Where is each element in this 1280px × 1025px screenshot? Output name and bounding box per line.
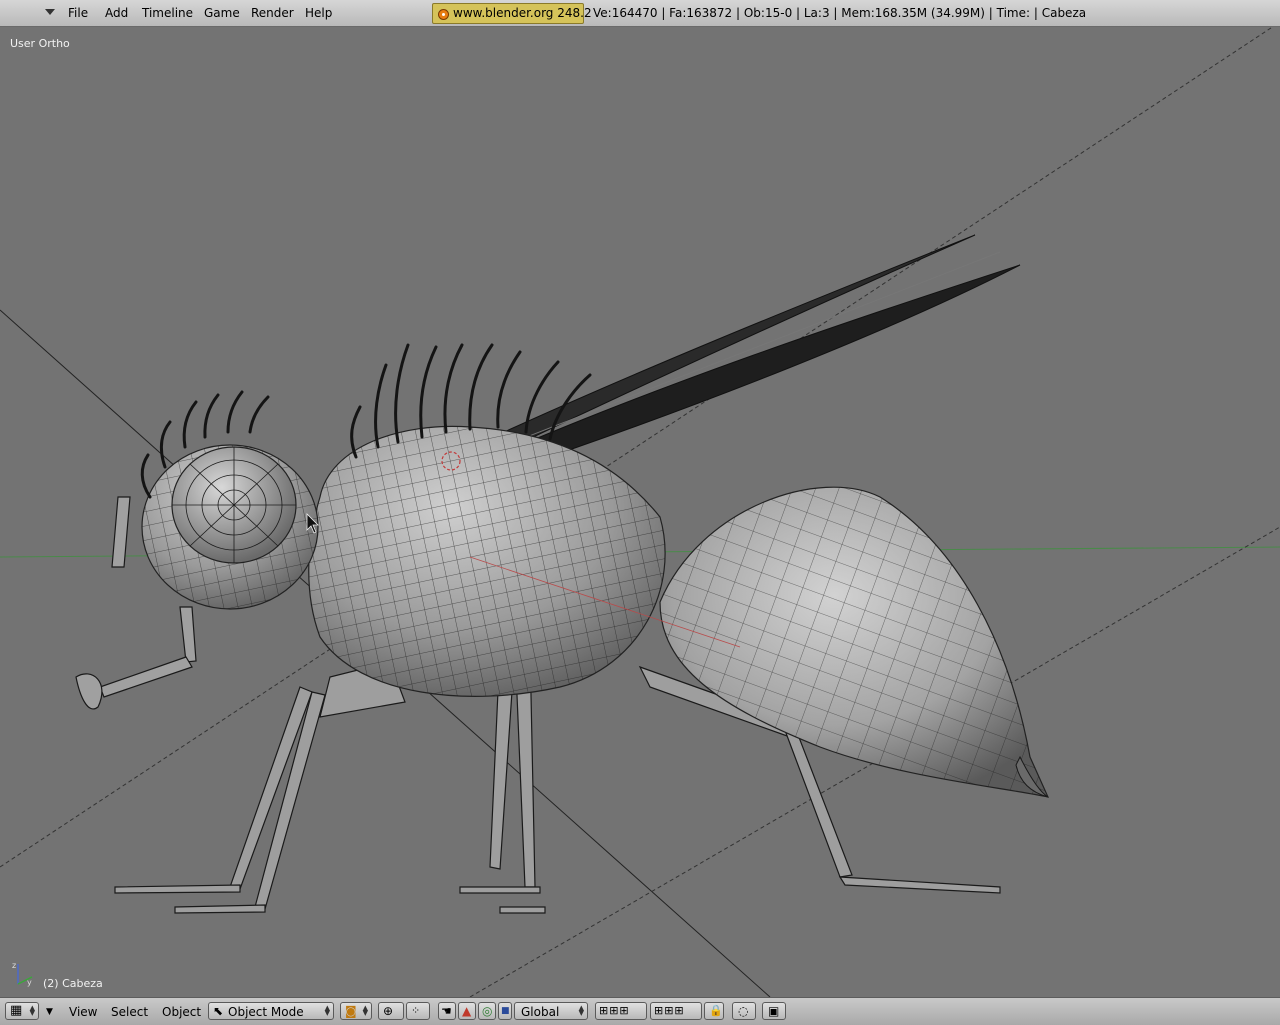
menu-timeline[interactable]: Timeline (142, 6, 193, 20)
manipulator-toggle[interactable]: ☚ (438, 1002, 456, 1020)
layer-grid-icon: ⊞⊞⊞ (654, 1004, 685, 1017)
window-type-arrow-icon[interactable] (45, 9, 55, 15)
scene-layers-2[interactable]: ⊞⊞⊞ (650, 1002, 702, 1020)
menu-add[interactable]: Add (105, 6, 128, 20)
active-object-label: (2) Cabeza (43, 977, 103, 990)
editor-type-button[interactable]: ▦ ▲ ▼ (5, 1002, 39, 1020)
translate-icon: ▲ (462, 1004, 472, 1018)
object-mode-icon: ⬉ (213, 1004, 224, 1018)
menu-help[interactable]: Help (305, 6, 332, 20)
svg-text:z: z (12, 961, 16, 970)
collapse-menu-arrow-icon[interactable]: ▼ (46, 1007, 53, 1017)
pivot-icon: ⊕ (383, 1004, 394, 1018)
grid-icon: ▦ (10, 1003, 23, 1018)
orientation-selector[interactable]: Global ▲ ▼ (514, 1002, 588, 1020)
render-icon: ▣ (768, 1004, 780, 1018)
solid-draw-icon: ◙ (345, 1004, 357, 1018)
svg-text:y: y (27, 978, 32, 987)
scene-render: z y (0, 27, 1280, 997)
snap-toggle[interactable]: ◌ (732, 1002, 756, 1020)
top-info-bar: File Add Timeline Game Render Help www.b… (0, 0, 1280, 27)
pivot-toggle[interactable]: ⁘ (406, 1002, 430, 1020)
lock-icon: 🔒 (709, 1004, 723, 1017)
rotate-icon: ◎ (482, 1004, 493, 1018)
menu-game[interactable]: Game (204, 6, 240, 20)
scene-layers-1[interactable]: ⊞⊞⊞ (595, 1002, 647, 1020)
dots-icon: ⁘ (411, 1004, 421, 1017)
layer-grid-icon: ⊞⊞⊞ (599, 1004, 630, 1017)
menu-view[interactable]: View (69, 1005, 97, 1019)
view-label: User Ortho (10, 37, 70, 50)
orientation-label: Global (521, 1005, 560, 1019)
scene-stats: Ve:164470 | Fa:163872 | Ob:15-0 | La:3 |… (593, 6, 1087, 20)
scale-manipulator[interactable]: ■ (498, 1002, 512, 1020)
menu-select[interactable]: Select (111, 1005, 148, 1019)
menu-object[interactable]: Object (162, 1005, 201, 1019)
lock-layers-button[interactable]: 🔒 (704, 1002, 724, 1020)
3d-view-header: ▦ ▲ ▼ ▼ View Select Object ⬉ Object Mode … (0, 997, 1280, 1025)
axis-gizmo-icon: z y (12, 961, 33, 987)
rotate-manipulator[interactable]: ◎ (478, 1002, 496, 1020)
draw-type-selector[interactable]: ◙ ▲ ▼ (340, 1002, 372, 1020)
render-preview-button[interactable]: ▣ (762, 1002, 786, 1020)
snap-icon: ◌ (738, 1004, 749, 1018)
hand-icon: ☚ (441, 1004, 452, 1018)
url-text: www.blender.org 248.2 (453, 6, 592, 20)
translate-manipulator[interactable]: ▲ (458, 1002, 476, 1020)
menu-file[interactable]: File (68, 6, 88, 20)
blender-url-badge[interactable]: www.blender.org 248.2 (432, 3, 592, 24)
3d-viewport[interactable]: z y User Ortho (2) Cabeza (0, 27, 1280, 997)
pivot-selector[interactable]: ⊕ (378, 1002, 404, 1020)
scale-icon: ■ (501, 1006, 510, 1016)
grid-line-dashed (0, 27, 1274, 868)
blender-logo-icon (438, 9, 449, 20)
mode-label: Object Mode (228, 1005, 304, 1019)
menu-render[interactable]: Render (251, 6, 294, 20)
mode-selector[interactable]: ⬉ Object Mode ▲ ▼ (208, 1002, 334, 1020)
